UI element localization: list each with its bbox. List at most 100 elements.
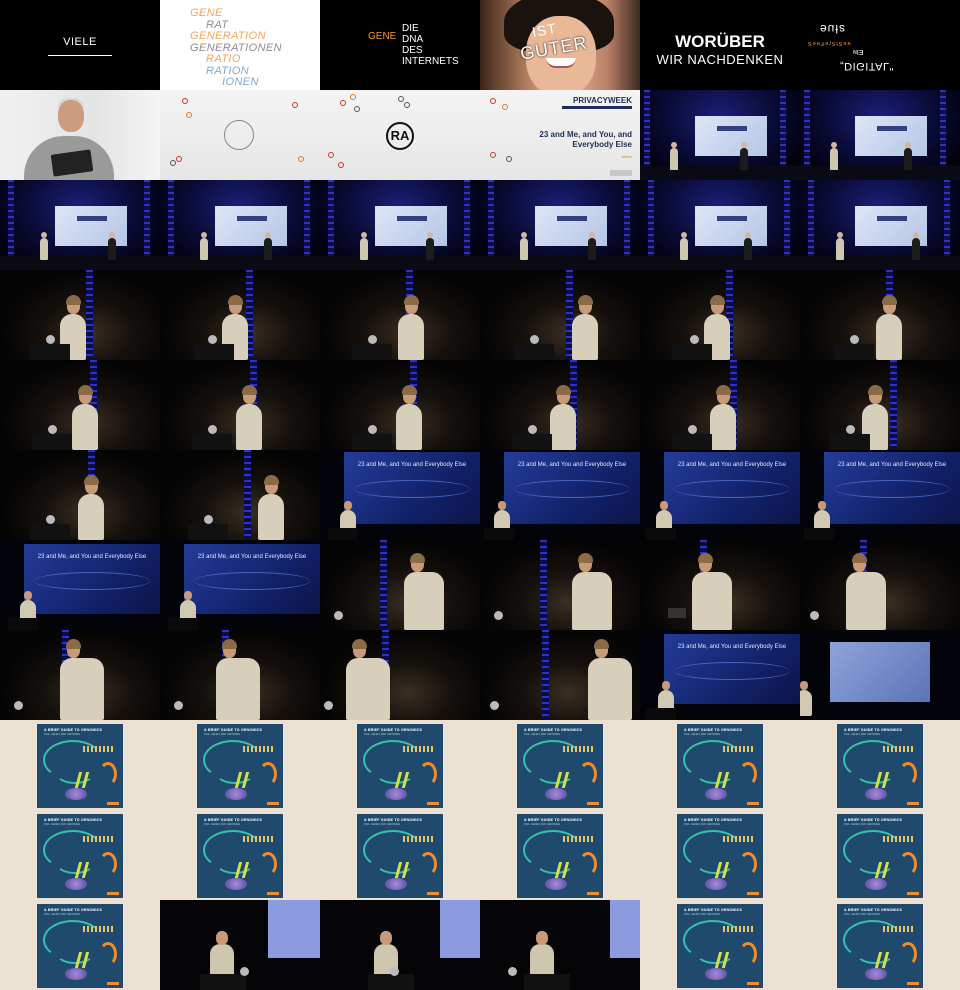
projection-screen xyxy=(855,116,927,156)
thumbnail-stage-wide[interactable] xyxy=(480,180,640,270)
thumbnail-speaker-closeup[interactable] xyxy=(160,630,320,720)
projection-screen: 23 and Me, and You and Everybody Else xyxy=(344,452,480,524)
thumbnail-genomics-slide[interactable]: A BRIEF GUIDE TO GENOMICS DNA, GENES AND … xyxy=(640,900,800,990)
thumbnail-speaker-dark[interactable] xyxy=(320,270,480,360)
thumbnail-stage-slide[interactable]: 23 and Me, and You and Everybody Else xyxy=(0,540,160,630)
thumbnail-speaker-dark[interactable] xyxy=(160,360,320,450)
thumbnail-speaker-closeup[interactable] xyxy=(800,540,960,630)
thumbnail-speaker-dark[interactable] xyxy=(320,360,480,450)
generation-word: GENERATION xyxy=(190,30,266,42)
thumbnail-genomics-slide[interactable]: A BRIEF GUIDE TO GENOMICS DNA, GENES AND … xyxy=(640,720,800,810)
projection-screen xyxy=(610,900,640,958)
face-outline-icon xyxy=(224,120,254,150)
thumbnail-privacyweek-title-slide[interactable]: PRIVACYWEEK 23 and Me, and You, and Ever… xyxy=(480,90,640,180)
thumbnail-genomics-slide[interactable]: A BRIEF GUIDE TO GENOMICS DNA, GENES AND … xyxy=(160,810,320,900)
thumbnail-speaker-dark[interactable] xyxy=(800,360,960,450)
thumbnail-stage-wide[interactable] xyxy=(320,180,480,270)
dna-internets-text: DIE DNA DES INTERNETS xyxy=(402,23,459,67)
genomics-slide: A BRIEF GUIDE TO GENOMICS DNA, GENES AND … xyxy=(837,904,923,988)
projection-screen xyxy=(55,206,127,246)
thumbnail-speaker-closeup[interactable] xyxy=(480,630,640,720)
thumbnail-lecture-shot[interactable] xyxy=(480,900,640,990)
thumbnail-title-generation[interactable]: GENE RAT GENERATION GENERATIONEN RATIO RATION… xyxy=(160,0,320,90)
thumbnail-stage-wide[interactable] xyxy=(800,90,960,180)
thumbnail-speaker-dark[interactable] xyxy=(640,360,800,450)
thumbnail-genomics-slide[interactable]: A BRIEF GUIDE TO GENOMICS DNA, GENES AND … xyxy=(320,720,480,810)
thumbnail-title-dna-internets[interactable]: GENE DIE DNA DES INTERNETS xyxy=(320,0,480,90)
mirrored-subtext: ƧɘᴎꟻɘɿƧƚƧɘᴎ xyxy=(808,40,852,46)
thumbnail-genomics-slide[interactable]: A BRIEF GUIDE TO GENOMICS DNA, GENES AND … xyxy=(320,810,480,900)
genomics-slide: A BRIEF GUIDE TO GENOMICS DNA, GENES AND … xyxy=(197,724,283,808)
genomics-slide: A BRIEF GUIDE TO GENOMICS DNA, GENES AND … xyxy=(197,814,283,898)
thumbnail-genomics-slide[interactable]: A BRIEF GUIDE TO GENOMICS DNA, GENES AND … xyxy=(800,810,960,900)
genomics-slide: A BRIEF GUIDE TO GENOMICS DNA, GENES AND … xyxy=(517,814,603,898)
thumbnail-stage-wide[interactable] xyxy=(160,180,320,270)
genomics-slide: A BRIEF GUIDE TO GENOMICS DNA, GENES AND … xyxy=(37,724,123,808)
thumbnail-genomics-slide[interactable]: A BRIEF GUIDE TO GENOMICS DNA, GENES AND … xyxy=(0,900,160,990)
genomics-slide: A BRIEF GUIDE TO GENOMICS DNA, GENES AND … xyxy=(677,814,763,898)
thumbnail-network-face[interactable] xyxy=(160,90,320,180)
generation-word-stack: GENE RAT GENERATION GENERATIONEN RATIO RATION… xyxy=(190,7,282,89)
projection-screen: 23 and Me, and You and Everybody Else xyxy=(664,634,800,704)
thumbnail-stage-wide[interactable] xyxy=(0,180,160,270)
thumbnail-speaker-closeup[interactable] xyxy=(480,540,640,630)
thumbnail-speaker-closeup[interactable] xyxy=(640,540,800,630)
thumbnail-stage-wide[interactable] xyxy=(800,180,960,270)
projection-screen: 23 and Me, and You and Everybody Else xyxy=(504,452,640,524)
thumbnail-title-viele[interactable]: VIELE xyxy=(0,0,160,90)
thumbnail-speaker-closeup[interactable] xyxy=(0,630,160,720)
thumbnail-speaker-dark[interactable] xyxy=(480,270,640,360)
thumbnail-speaker-dark[interactable] xyxy=(0,270,160,360)
projection-screen xyxy=(268,900,320,958)
genomics-slide: A BRIEF GUIDE TO GENOMICS DNA, GENES AND … xyxy=(357,724,443,808)
thumbnail-title-woruber[interactable]: WORÜBER WIR NACHDENKEN xyxy=(640,0,800,90)
genomics-slide: A BRIEF GUIDE TO GENOMICS DNA, GENES AND … xyxy=(677,904,763,988)
thumbnail-speaker-dark[interactable] xyxy=(640,270,800,360)
projection-screen: 23 and Me, and You and Everybody Else xyxy=(184,544,320,614)
thumbnail-speaker-dark[interactable] xyxy=(0,360,160,450)
thumbnail-title-digital[interactable]: ɘuƚƨ ƧɘᴎꟻɘɿƧƚƧɘᴎ ᴎIƎ „DIGITAL" xyxy=(800,0,960,90)
thumbnail-genomics-slide[interactable]: A BRIEF GUIDE TO GENOMICS DNA, GENES AND … xyxy=(480,720,640,810)
thumbnail-lecture-shot[interactable] xyxy=(320,900,480,990)
mirrored-text: ɘuƚƨ xyxy=(820,22,847,36)
projection-screen xyxy=(695,116,767,156)
man-photo xyxy=(58,100,84,132)
thumbnail-lecture-shot[interactable] xyxy=(160,900,320,990)
talk-title: 23 and Me, and You, and Everybody Else xyxy=(539,130,632,149)
thumbnail-man-with-tablet[interactable] xyxy=(0,90,160,180)
thumbnail-genomics-slide[interactable]: A BRIEF GUIDE TO GENOMICS DNA, GENES AND … xyxy=(0,810,160,900)
thumbnail-stage-slide[interactable]: 23 and Me, and You and Everybody Else xyxy=(320,450,480,540)
thumbnail-stage-slide[interactable]: 23 and Me, and You and Everybody Else xyxy=(640,450,800,540)
thumbnail-genomics-slide[interactable]: A BRIEF GUIDE TO GENOMICS DNA, GENES AND … xyxy=(800,900,960,990)
thumbnail-speaker-dark[interactable] xyxy=(0,450,160,540)
woruber-text: WORÜBER xyxy=(675,32,765,51)
thumbnail-speaker-dark[interactable] xyxy=(800,270,960,360)
underline xyxy=(48,55,112,56)
thumbnail-network-ra[interactable]: RA xyxy=(320,90,480,180)
thumbnail-speaker-closeup[interactable] xyxy=(320,630,480,720)
thumbnail-speaker-closeup[interactable] xyxy=(320,540,480,630)
thumbnail-genomics-slide[interactable]: A BRIEF GUIDE TO GENOMICS DNA, GENES AND … xyxy=(0,720,160,810)
thumbnail-speaker-dark[interactable] xyxy=(160,270,320,360)
thumbnail-speaker-dark[interactable] xyxy=(480,360,640,450)
ra-logo: RA xyxy=(386,122,414,150)
thumbnail-genomics-slide[interactable]: A BRIEF GUIDE TO GENOMICS DNA, GENES AND … xyxy=(640,810,800,900)
thumbnail-genomics-slide[interactable]: A BRIEF GUIDE TO GENOMICS DNA, GENES AND … xyxy=(160,720,320,810)
thumbnail-stage-wide[interactable] xyxy=(640,90,800,180)
privacyweek-logo: PRIVACYWEEK xyxy=(573,96,632,105)
thumbnail-stage-slide[interactable]: 23 and Me, and You and Everybody Else xyxy=(160,540,320,630)
thumbnail-stage-slide[interactable]: 23 and Me, and You and Everybody Else xyxy=(800,450,960,540)
projection-screen: 23 and Me, and You and Everybody Else xyxy=(824,452,960,524)
thumbnail-stage-slide-diagram[interactable] xyxy=(800,630,960,720)
thumbnail-ist-guter[interactable]: IST GUTER xyxy=(480,0,640,90)
thumbnail-stage-wide[interactable] xyxy=(640,180,800,270)
thumbnail-stage-slide[interactable]: 23 and Me, and You and Everybody Else xyxy=(640,630,800,720)
thumbnail-genomics-slide[interactable]: A BRIEF GUIDE TO GENOMICS DNA, GENES AND … xyxy=(480,810,640,900)
projection-screen xyxy=(215,206,287,246)
generation-word: IONEN xyxy=(222,76,259,88)
gene-word: GENE xyxy=(368,31,397,42)
thumbnail-genomics-slide[interactable]: A BRIEF GUIDE TO GENOMICS DNA, GENES AND … xyxy=(800,720,960,810)
thumbnail-speaker-dark[interactable] xyxy=(160,450,320,540)
thumbnail-stage-slide[interactable]: 23 and Me, and You and Everybody Else xyxy=(480,450,640,540)
genomics-slide: A BRIEF GUIDE TO GENOMICS DNA, GENES AND … xyxy=(837,724,923,808)
